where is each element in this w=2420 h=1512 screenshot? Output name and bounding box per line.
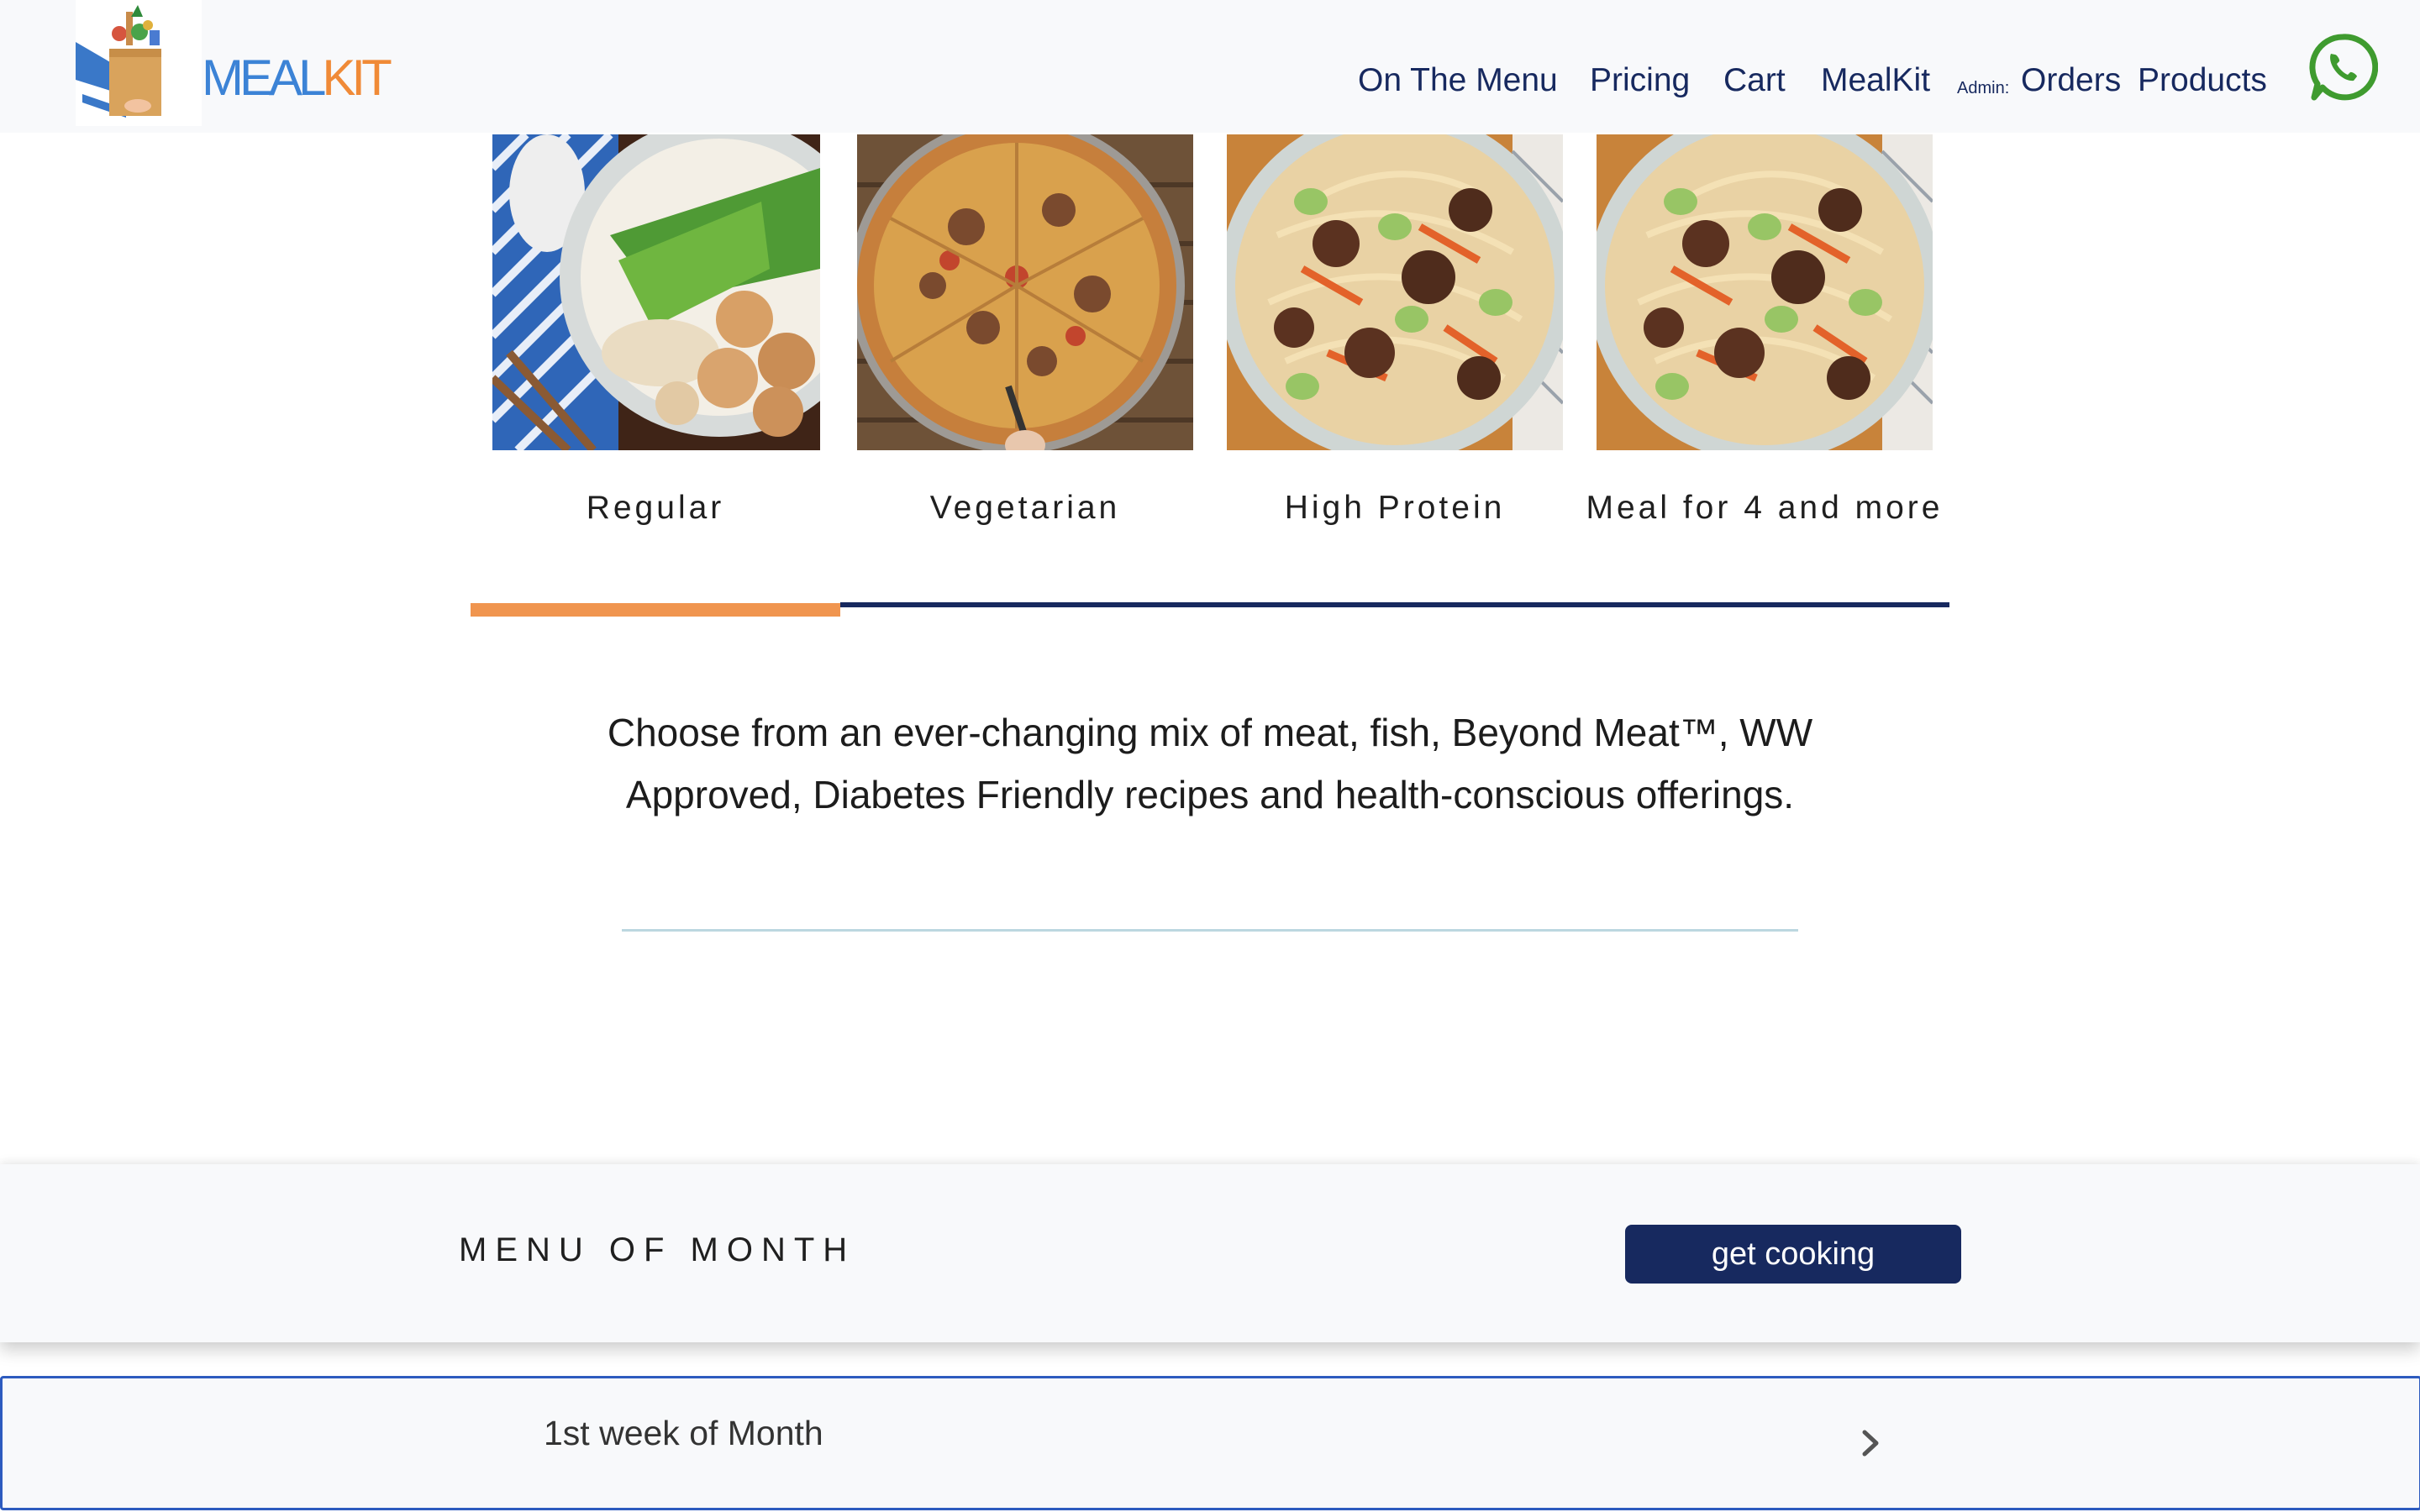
nav-link-mealkit[interactable]: MealKit	[1821, 62, 1930, 99]
active-tab-indicator	[471, 603, 840, 617]
category-image-vegetarian[interactable]	[857, 134, 1193, 450]
brand-logo-text[interactable]: MEALKIT	[202, 49, 392, 107]
nav-link-orders[interactable]: Orders	[2021, 62, 2121, 99]
week-label: 1st week of Month	[544, 1414, 823, 1452]
menu-of-month-bar: MENU OF MONTH get cooking	[0, 1164, 2420, 1342]
week-accordion-item[interactable]: 1st week of Month	[0, 1376, 2420, 1510]
get-cooking-button[interactable]: get cooking	[1625, 1225, 1961, 1284]
category-label-vegetarian[interactable]: Vegetarian	[840, 483, 1210, 533]
admin-label: Admin:	[1957, 79, 2010, 97]
divider	[622, 929, 1798, 932]
category-label-meal-for-4[interactable]: Meal for 4 and more	[1580, 483, 1949, 533]
brand-name-meal: MEAL	[202, 50, 326, 106]
grocery-bag-icon	[76, 5, 161, 118]
whatsapp-icon[interactable]	[2307, 32, 2379, 102]
logo-image[interactable]	[76, 0, 202, 126]
nav-link-products[interactable]: Products	[2138, 62, 2267, 99]
chevron-right-icon	[1862, 1430, 1879, 1457]
category-image-high-protein[interactable]	[1227, 134, 1563, 450]
category-image-meal-for-4[interactable]	[1597, 134, 1933, 450]
category-label-regular[interactable]: Regular	[471, 483, 840, 533]
menu-of-month-title: MENU OF MONTH	[459, 1231, 856, 1268]
nav-link-pricing[interactable]: Pricing	[1590, 62, 1690, 99]
category-description: Choose from an ever-changing mix of meat…	[607, 711, 1813, 816]
top-navbar: MEALKIT On The Menu Pricing Cart MealKit…	[0, 0, 2420, 133]
nav-link-on-the-menu[interactable]: On The Menu	[1358, 62, 1558, 99]
brand-name-kit: KIT	[322, 50, 392, 106]
nav-link-cart[interactable]: Cart	[1723, 62, 1786, 99]
category-tabs-underline	[840, 602, 1949, 607]
category-image-regular[interactable]	[492, 134, 820, 450]
category-label-high-protein[interactable]: High Protein	[1210, 483, 1580, 533]
